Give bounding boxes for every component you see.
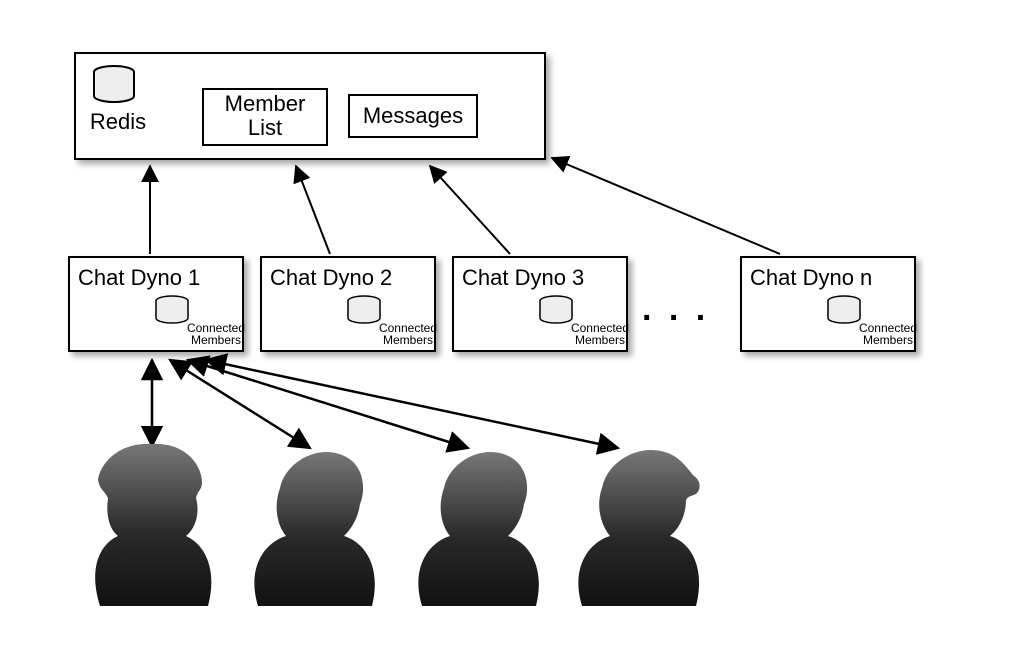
dyno-db-label-1b: Members (186, 334, 246, 347)
member-list-label-line2: List (202, 116, 328, 140)
user-icon-1 (95, 444, 211, 606)
member-list-label-line1: Member (202, 92, 328, 116)
dyno-db-label-2b: Members (378, 334, 438, 347)
dyno-title-1: Chat Dyno 1 (78, 266, 238, 290)
messages-label: Messages (348, 104, 478, 128)
ellipsis: . . . (642, 290, 709, 329)
user-icon-2 (254, 452, 374, 606)
dyno-title-n: Chat Dyno n (750, 266, 910, 290)
dyno-db-label-nb: Members (858, 334, 918, 347)
redis-db-label: Redis (88, 110, 148, 134)
user-icon-4 (578, 450, 699, 606)
dyno-title-3: Chat Dyno 3 (462, 266, 622, 290)
user-icon-3 (418, 452, 538, 606)
dyno-db-label-3b: Members (570, 334, 630, 347)
dyno-title-2: Chat Dyno 2 (270, 266, 430, 290)
